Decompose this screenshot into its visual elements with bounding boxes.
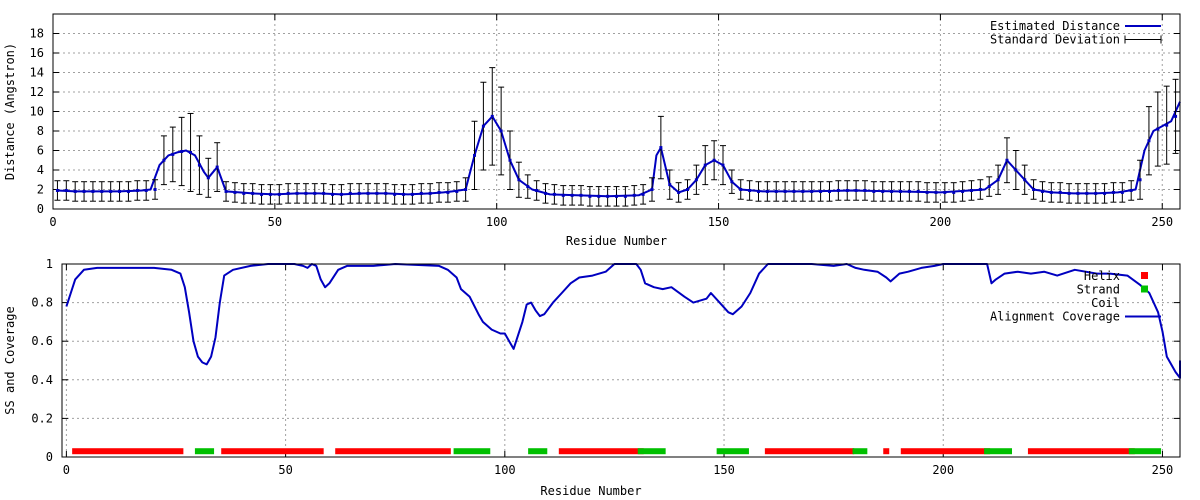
panel2-y-tick-label: 0.2 xyxy=(31,411,53,425)
panel2-helix-segment xyxy=(764,448,855,455)
panel2-y-tick-label: 0.6 xyxy=(31,334,53,348)
panel2-helix-segment xyxy=(335,448,451,455)
panel1-y-tick-label: 12 xyxy=(30,85,44,99)
panel2-strand-segment xyxy=(1128,448,1162,455)
panel2-strand-segment xyxy=(852,448,868,455)
panel1-y-tick-label: 18 xyxy=(30,27,44,41)
panel2-strand-segment xyxy=(637,448,666,455)
panel1-y-tick-label: 6 xyxy=(37,144,44,158)
panel1-x-tick-label: 50 xyxy=(268,215,282,229)
panel2-helix-segment xyxy=(883,448,890,455)
panel1-legend-label-estimated-distance: Estimated Distance xyxy=(990,19,1120,33)
panel2-strand-segment xyxy=(984,448,1013,455)
panel1-x-tick-label: 150 xyxy=(708,215,730,229)
chart-canvas: 0 50 100 150 200 250024681012141618Residue Nu… xyxy=(3,13,1181,498)
panel1-x-tick-label: 0 xyxy=(49,215,56,229)
panel2-y-tick-label: 0.8 xyxy=(31,296,53,310)
panel2-strand-segment xyxy=(194,448,215,455)
panel2-x-tick-label: 0 xyxy=(63,463,70,477)
panel2-x-tick-label: 50 xyxy=(278,463,292,477)
panel1-x-tick-label: 100 xyxy=(486,215,508,229)
panel2-y-axis-label: SS and Coverage xyxy=(3,306,17,414)
panel2-legend-label-alignment-coverage: Alignment Coverage xyxy=(990,310,1120,324)
panel2-plot-frame xyxy=(61,263,1181,458)
panel1-y-axis-label: Distance (Angstron) xyxy=(3,43,17,180)
panel2-x-tick-label: 200 xyxy=(932,463,954,477)
panel2-x-tick-label: 250 xyxy=(1152,463,1174,477)
panel2-x-tick-label: 150 xyxy=(713,463,735,477)
panel2-y-tick-label: 0.4 xyxy=(31,373,53,387)
panel2-strand-segment xyxy=(528,448,548,455)
panel2-helix-segment xyxy=(1027,448,1135,455)
panel2-legend-label-helix: Helix xyxy=(1084,269,1120,283)
panel1-legend-label-standard-deviation: Standard Deviation xyxy=(990,33,1120,47)
panel2-helix-segment xyxy=(558,448,644,455)
panel2-x-tick-label: 100 xyxy=(494,463,516,477)
panel1-y-tick-label: 2 xyxy=(37,183,44,197)
panel2-legend-swatch-helix xyxy=(1141,272,1148,279)
panel1-x-tick-label: 250 xyxy=(1151,215,1173,229)
panel2-y-tick-label: 1 xyxy=(46,257,53,271)
panel2-helix-segment xyxy=(72,448,184,455)
panel2-y-tick-label: 0 xyxy=(46,450,53,464)
panel1-y-tick-label: 4 xyxy=(37,163,44,177)
panel2-x-axis-label: Residue Number xyxy=(540,484,641,498)
panel2-legend-label-coil: Coil xyxy=(1091,296,1120,310)
panel1-y-tick-label: 0 xyxy=(37,202,44,216)
panel1-y-tick-label: 14 xyxy=(30,66,44,80)
panel1-x-tick-label: 200 xyxy=(930,215,952,229)
panel2-strand-segment xyxy=(716,448,749,455)
panel1-y-tick-label: 8 xyxy=(37,124,44,138)
panel1-y-tick-label: 10 xyxy=(30,105,44,119)
panel2-helix-segment xyxy=(221,448,324,455)
panel2-legend-label-strand: Strand xyxy=(1077,283,1120,297)
panel2-strand-segment xyxy=(453,448,491,455)
panel2-helix-segment xyxy=(900,448,991,455)
panel1-x-axis-label: Residue Number xyxy=(566,234,667,248)
panel2-legend-swatch-strand xyxy=(1141,285,1148,293)
panel1-y-tick-label: 16 xyxy=(30,46,44,60)
